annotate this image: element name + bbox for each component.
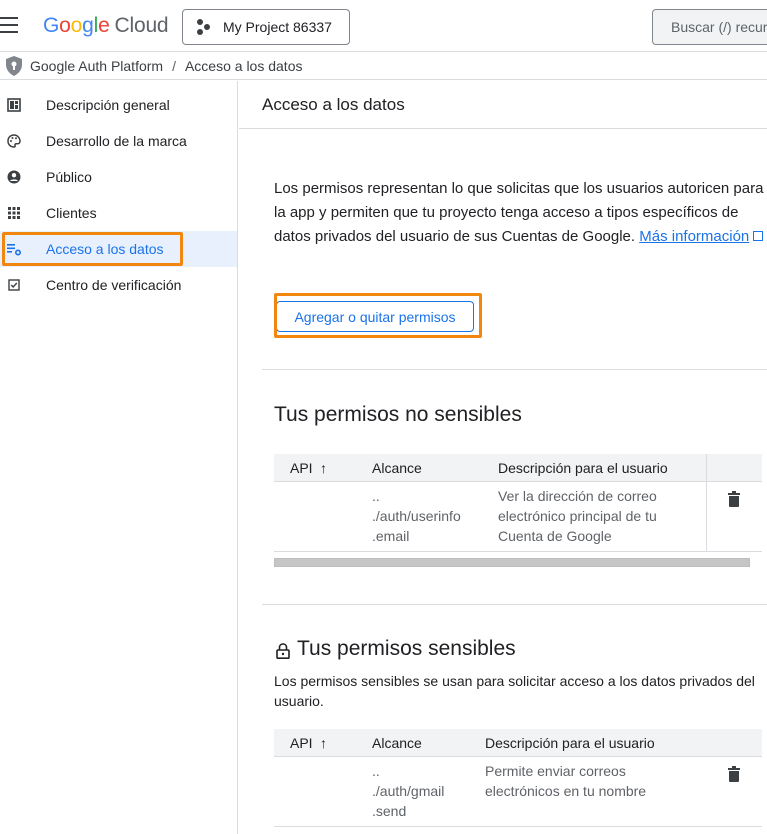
table-header: API ↑ Alcance Descripción para el usuari… — [274, 729, 762, 757]
sensitive-description: Los permisos sensibles se usan para soli… — [274, 673, 755, 709]
highlight-box-button — [274, 293, 482, 338]
divider — [239, 128, 767, 129]
search-input[interactable]: Buscar (/) recur — [652, 9, 767, 45]
column-header-scope: Alcance — [372, 735, 422, 751]
section-title-sensitive: Tus permisos sensibles — [297, 637, 516, 660]
google-cloud-logo[interactable]: Google Cloud — [43, 14, 169, 38]
delete-icon[interactable] — [728, 766, 740, 782]
sidebar-item-label: Público — [46, 169, 92, 185]
divider — [262, 369, 767, 370]
sidebar-item-publico[interactable]: Público — [0, 159, 237, 195]
table-header: API ↑ Alcance Descripción para el usuari… — [274, 454, 762, 482]
scope-cell: .. ./auth/userinfo .email — [372, 488, 461, 544]
external-link-icon — [753, 231, 764, 241]
menu-icon[interactable] — [0, 17, 20, 35]
project-label: My Project 86337 — [223, 19, 332, 35]
delete-icon[interactable] — [728, 491, 740, 507]
shield-keyhole-icon — [6, 55, 22, 76]
sidebar-item-centro-verificacion[interactable]: Centro de verificación — [0, 267, 237, 303]
description-cell: Ver la dirección de correo electrónico p… — [498, 488, 657, 544]
highlight-box-sidebar — [2, 232, 183, 266]
column-header-description: Descripción para el usuario — [498, 460, 668, 476]
grid-icon — [8, 207, 20, 219]
palette-icon — [7, 134, 21, 148]
project-icon — [197, 19, 213, 35]
sensitive-scopes-table: API ↑ Alcance Descripción para el usuari… — [274, 729, 762, 827]
main-content: Acceso a los datos Los permisos represen… — [239, 81, 767, 834]
sidebar-item-desarrollo-marca[interactable]: Desarrollo de la marca — [0, 123, 237, 159]
non-sensitive-scopes-table: API ↑ Alcance Descripción para el usuari… — [274, 454, 762, 552]
sidebar-item-label: Clientes — [46, 205, 97, 221]
sidebar-item-label: Descripción general — [46, 97, 170, 113]
learn-more-link[interactable]: Más información — [639, 228, 749, 245]
lock-icon — [276, 643, 290, 659]
sidebar: Descripción general Desarrollo de la mar… — [0, 81, 238, 834]
section-title-non-sensitive: Tus permisos no sensibles — [274, 403, 522, 426]
sort-arrow-icon[interactable]: ↑ — [320, 735, 327, 751]
table-row: .. ./auth/gmail .send Permite enviar cor… — [274, 757, 762, 827]
sidebar-item-label: Desarrollo de la marca — [46, 133, 187, 149]
breadcrumb-separator: / — [172, 57, 176, 74]
checkbox-icon — [8, 279, 20, 291]
divider — [262, 604, 767, 605]
table-row: .. ./auth/userinfo .email Ver la direcci… — [274, 482, 762, 552]
column-divider — [706, 454, 707, 552]
person-circle-icon — [7, 170, 21, 184]
sort-arrow-icon[interactable]: ↑ — [320, 460, 327, 476]
description-cell: Permite enviar correos electrónicos en t… — [485, 763, 647, 799]
sidebar-item-label: Centro de verificación — [46, 277, 182, 293]
breadcrumb-current: Acceso a los datos — [184, 57, 303, 74]
horizontal-scrollbar[interactable] — [274, 558, 750, 567]
project-selector-button[interactable]: My Project 86337 — [182, 9, 350, 45]
breadcrumb: Google Auth Platform / Acceso a los dato… — [0, 52, 767, 80]
top-bar: Google Cloud My Project 86337 Buscar (/) … — [0, 0, 767, 52]
column-header-api[interactable]: API — [290, 735, 313, 751]
page-title: Acceso a los datos — [262, 95, 405, 114]
column-header-description: Descripción para el usuario — [485, 735, 655, 751]
sidebar-item-clientes[interactable]: Clientes — [0, 195, 237, 231]
sidebar-item-descripcion-general[interactable]: Descripción general — [0, 87, 237, 123]
breadcrumb-root[interactable]: Google Auth Platform — [30, 58, 163, 74]
column-header-scope: Alcance — [372, 460, 422, 476]
dashboard-icon — [7, 98, 21, 112]
scope-cell: .. ./auth/gmail .send — [372, 763, 445, 819]
column-header-api[interactable]: API — [290, 460, 313, 476]
intro-paragraph: Los permisos representan lo que solicita… — [274, 177, 767, 249]
